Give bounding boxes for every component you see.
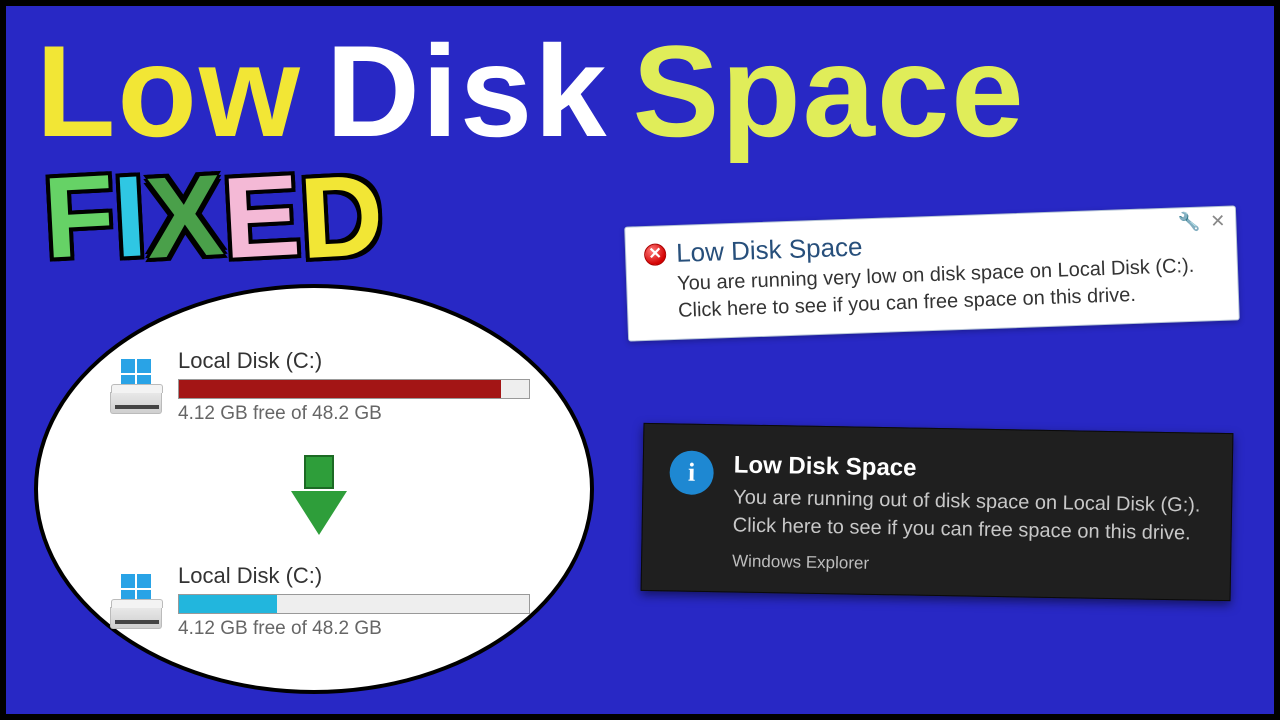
fixed-letter: F: [41, 149, 118, 284]
drive-icon: [108, 574, 164, 629]
error-icon: ✕: [644, 243, 667, 266]
disk-label: Local Disk (C:): [178, 563, 530, 589]
notification-dark[interactable]: i Low Disk Space You are running out of …: [641, 423, 1234, 601]
fixed-letter: E: [220, 149, 304, 285]
notification-title: Low Disk Space: [676, 231, 863, 268]
arrow-down-icon: [291, 455, 347, 535]
disk-before: Local Disk (C:) 4.12 GB free of 48.2 GB: [108, 348, 530, 425]
disk-subtitle: 4.12 GB free of 48.2 GB: [178, 618, 530, 640]
usage-bar: [178, 379, 530, 399]
fixed-letter: D: [296, 149, 386, 285]
fixed-label: F I X E D: [44, 151, 383, 283]
usage-bar: [178, 594, 530, 614]
fixed-letter: X: [143, 149, 227, 285]
disk-subtitle: 4.12 GB free of 48.2 GB: [178, 403, 530, 425]
hdd-icon: [110, 392, 162, 414]
info-icon: i: [669, 450, 714, 495]
usage-bar-fill: [179, 595, 277, 613]
notification-title: Low Disk Space: [734, 451, 1202, 487]
drive-icon: [108, 359, 164, 414]
notification-light[interactable]: 🔧 ✕ ✕ Low Disk Space You are running ver…: [624, 205, 1240, 341]
before-after-oval: Local Disk (C:) 4.12 GB free of 48.2 GB …: [34, 284, 594, 694]
title-word-disk: Disk: [326, 16, 609, 166]
close-icon[interactable]: ✕: [1210, 211, 1226, 233]
title-word-low: Low: [36, 16, 302, 166]
hdd-icon: [110, 607, 162, 629]
wrench-icon[interactable]: 🔧: [1178, 212, 1201, 234]
disk-after: Local Disk (C:) 4.12 GB free of 48.2 GB: [108, 563, 530, 640]
usage-bar-fill: [179, 380, 501, 398]
title-word-space: Space: [633, 16, 1026, 166]
page-title: Low Disk Space: [36, 16, 1026, 166]
notification-source: Windows Explorer: [732, 551, 1200, 579]
disk-label: Local Disk (C:): [178, 348, 530, 374]
